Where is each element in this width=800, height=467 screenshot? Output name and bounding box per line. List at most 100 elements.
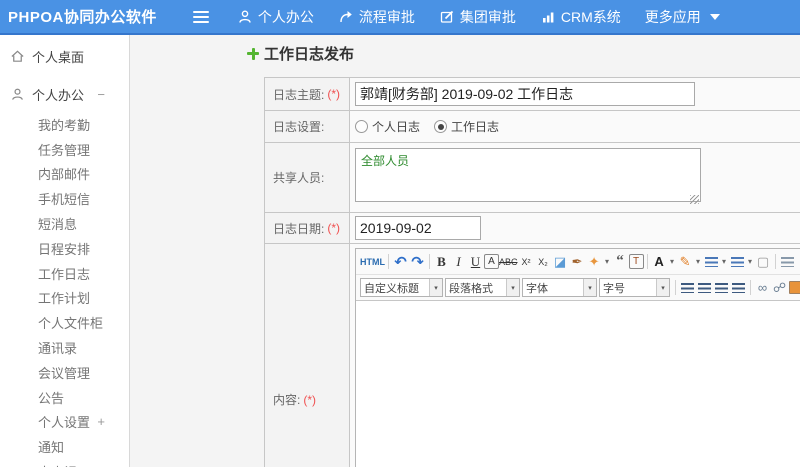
- blockquote-icon[interactable]: “: [612, 252, 629, 271]
- sidebar-item-1[interactable]: 任务管理: [0, 137, 129, 162]
- italic-button[interactable]: I: [450, 252, 467, 271]
- format-brush-icon[interactable]: ✒: [569, 252, 586, 271]
- dropdown-caret-icon[interactable]: ▾: [429, 279, 442, 296]
- radio-icon[interactable]: [355, 120, 368, 133]
- nav-item-label: 流程审批: [358, 8, 415, 25]
- strikethrough-button[interactable]: ABC: [499, 252, 518, 271]
- editor-toolbar-row1: HTML ↶ ↷ B I U A ABC X² X₂ ◪ ✒ ✦ ▾ “T A ▾ ✎ ▾ ▾ ▾ ▢: [356, 249, 800, 275]
- nav-item-personal-office[interactable]: 个人办公: [237, 7, 314, 27]
- log-type-option-1[interactable]: 工作日志: [434, 118, 499, 135]
- autotypeset-icon[interactable]: ✦: [586, 252, 603, 271]
- menu-toggle-icon[interactable]: [192, 10, 209, 23]
- topbar-nav: 个人办公 流程审批 集团审批 CRM系统 更多应用: [237, 7, 720, 27]
- toolbar-separator: [646, 254, 648, 269]
- superscript-button[interactable]: X²: [518, 252, 535, 271]
- sidebar-item-4[interactable]: 短消息: [0, 211, 129, 236]
- form-row-log-type: 日志设置: 个人日志 工作日志: [265, 111, 800, 143]
- flow-icon: [338, 9, 354, 25]
- expand-icon[interactable]: +: [97, 414, 105, 429]
- sidebar-item-6[interactable]: 工作日志: [0, 261, 129, 286]
- sidebar-item-7[interactable]: 工作计划: [0, 286, 129, 311]
- sidebar-item-label: 会议管理: [38, 365, 91, 381]
- nav-item-workflow-approval[interactable]: 流程审批: [338, 7, 415, 27]
- sidebar-item-14[interactable]: 大事记: [0, 459, 129, 467]
- highlight-pen-icon[interactable]: ✎: [677, 252, 694, 271]
- custom-title-select[interactable]: 自定义标题 ▾: [360, 278, 443, 297]
- dropdown-caret-icon[interactable]: ▾: [746, 257, 755, 266]
- share-people-textarea[interactable]: 全部人员: [355, 148, 701, 202]
- sidebar-item-0[interactable]: 我的考勤: [0, 112, 129, 137]
- sidebar-item-10[interactable]: 会议管理: [0, 360, 129, 385]
- sidebar-item-8[interactable]: 个人文件柜: [0, 310, 129, 335]
- dropdown-caret-icon[interactable]: ▾: [720, 257, 729, 266]
- paragraph-format-select[interactable]: 段落格式 ▾: [445, 278, 520, 297]
- font-family-select[interactable]: 字体 ▾: [522, 278, 597, 297]
- sidebar-item-11[interactable]: 公告: [0, 385, 129, 410]
- editor-toolbar-row2: 自定义标题▾段落格式▾字体▾字号▾∞☍⊞: [356, 275, 800, 300]
- resize-grip-icon[interactable]: [690, 195, 699, 204]
- sidebar-item-3[interactable]: 手机短信: [0, 186, 129, 211]
- print-icon[interactable]: [779, 252, 796, 271]
- dropdown-caret-icon[interactable]: ▾: [668, 257, 677, 266]
- font-size-select[interactable]: 字号 ▾: [599, 278, 670, 297]
- sidebar-item-label: 大事记: [38, 462, 77, 467]
- sidebar-section-personal-office[interactable]: 个人办公 −: [0, 79, 129, 109]
- align-left-icon[interactable]: [679, 278, 696, 297]
- align-right-icon[interactable]: [713, 278, 730, 297]
- dropdown-caret-icon[interactable]: ▾: [583, 279, 596, 296]
- collapse-icon[interactable]: −: [97, 87, 105, 102]
- toolbar-separator: [750, 280, 751, 295]
- link-icon[interactable]: ∞: [754, 278, 771, 297]
- align-justify-icon[interactable]: [730, 278, 747, 297]
- nav-item-label: 更多应用: [644, 8, 701, 25]
- form-row-date: 日志日期: (*): [265, 213, 800, 244]
- editor-content-area[interactable]: [356, 301, 800, 467]
- nav-item-more-apps[interactable]: 更多应用: [645, 7, 720, 27]
- sidebar-item-13[interactable]: 通知: [0, 434, 129, 459]
- user-icon: [10, 87, 25, 102]
- date-input[interactable]: [355, 216, 481, 240]
- sidebar-item-desktop[interactable]: 个人桌面: [0, 41, 129, 71]
- eraser-icon[interactable]: ◪: [552, 252, 569, 271]
- required-mark: (*): [303, 392, 317, 407]
- sidebar-item-5[interactable]: 日程安排: [0, 236, 129, 261]
- underline-button[interactable]: U: [467, 252, 484, 271]
- image-icon[interactable]: [788, 278, 800, 297]
- align-center-icon[interactable]: [696, 278, 713, 297]
- subscript-button[interactable]: X₂: [535, 252, 552, 271]
- dropdown-caret-icon[interactable]: ▾: [506, 279, 519, 296]
- main-content: 工作日志发布 日志主题: (*) 日志设置: 个人日志 工作日志: [130, 35, 800, 467]
- undo-icon[interactable]: ↶: [392, 252, 409, 271]
- bold-button[interactable]: B: [433, 252, 450, 271]
- ordered-list-icon[interactable]: [703, 252, 720, 271]
- sidebar-item-2[interactable]: 内部邮件: [0, 162, 129, 187]
- sidebar-item-label: 通知: [38, 440, 65, 456]
- edit-square-icon: [439, 9, 455, 25]
- sidebar-item-label: 手机短信: [38, 192, 91, 208]
- sidebar-item-label: 日程安排: [38, 241, 91, 257]
- font-border-button[interactable]: A: [484, 254, 499, 269]
- dropdown-caret-icon[interactable]: ▾: [656, 279, 669, 296]
- bullet-list-icon[interactable]: [729, 252, 746, 271]
- anchor-icon[interactable]: ☍: [771, 278, 788, 297]
- page-title-text: 工作日志发布: [264, 46, 355, 63]
- paste-text-icon[interactable]: T: [628, 254, 644, 269]
- share-label: 共享人员:: [265, 143, 350, 212]
- sidebar-item-label: 个人文件柜: [38, 316, 104, 332]
- dropdown-caret-icon[interactable]: ▾: [603, 257, 612, 266]
- font-color-button[interactable]: A: [651, 252, 668, 271]
- sidebar-item-12[interactable]: 个人设置 +: [0, 410, 129, 435]
- radio-icon[interactable]: [434, 120, 448, 133]
- nav-item-crm-system[interactable]: CRM系统: [540, 7, 621, 27]
- log-type-option-0[interactable]: 个人日志: [355, 118, 420, 135]
- redo-icon[interactable]: ↷: [409, 252, 426, 271]
- html-source-button[interactable]: HTML: [360, 252, 385, 271]
- subject-input[interactable]: [355, 82, 695, 106]
- sidebar-items: 我的考勤 任务管理 内部邮件手机短信短消息日程安排工作日志 工作计划个人文件柜通讯录会…: [0, 112, 129, 467]
- sidebar-item-9[interactable]: 通讯录: [0, 335, 129, 360]
- new-page-icon[interactable]: ▢: [755, 252, 772, 271]
- required-mark: (*): [327, 87, 341, 101]
- nav-item-group-approval[interactable]: 集团审批: [439, 7, 516, 27]
- dropdown-caret-icon[interactable]: ▾: [694, 257, 703, 266]
- rich-text-editor: HTML ↶ ↷ B I U A ABC X² X₂ ◪ ✒ ✦ ▾ “T A ▾ ✎ ▾ ▾ ▾ ▢ 自定义标题 ▾ 段落格…: [355, 248, 800, 467]
